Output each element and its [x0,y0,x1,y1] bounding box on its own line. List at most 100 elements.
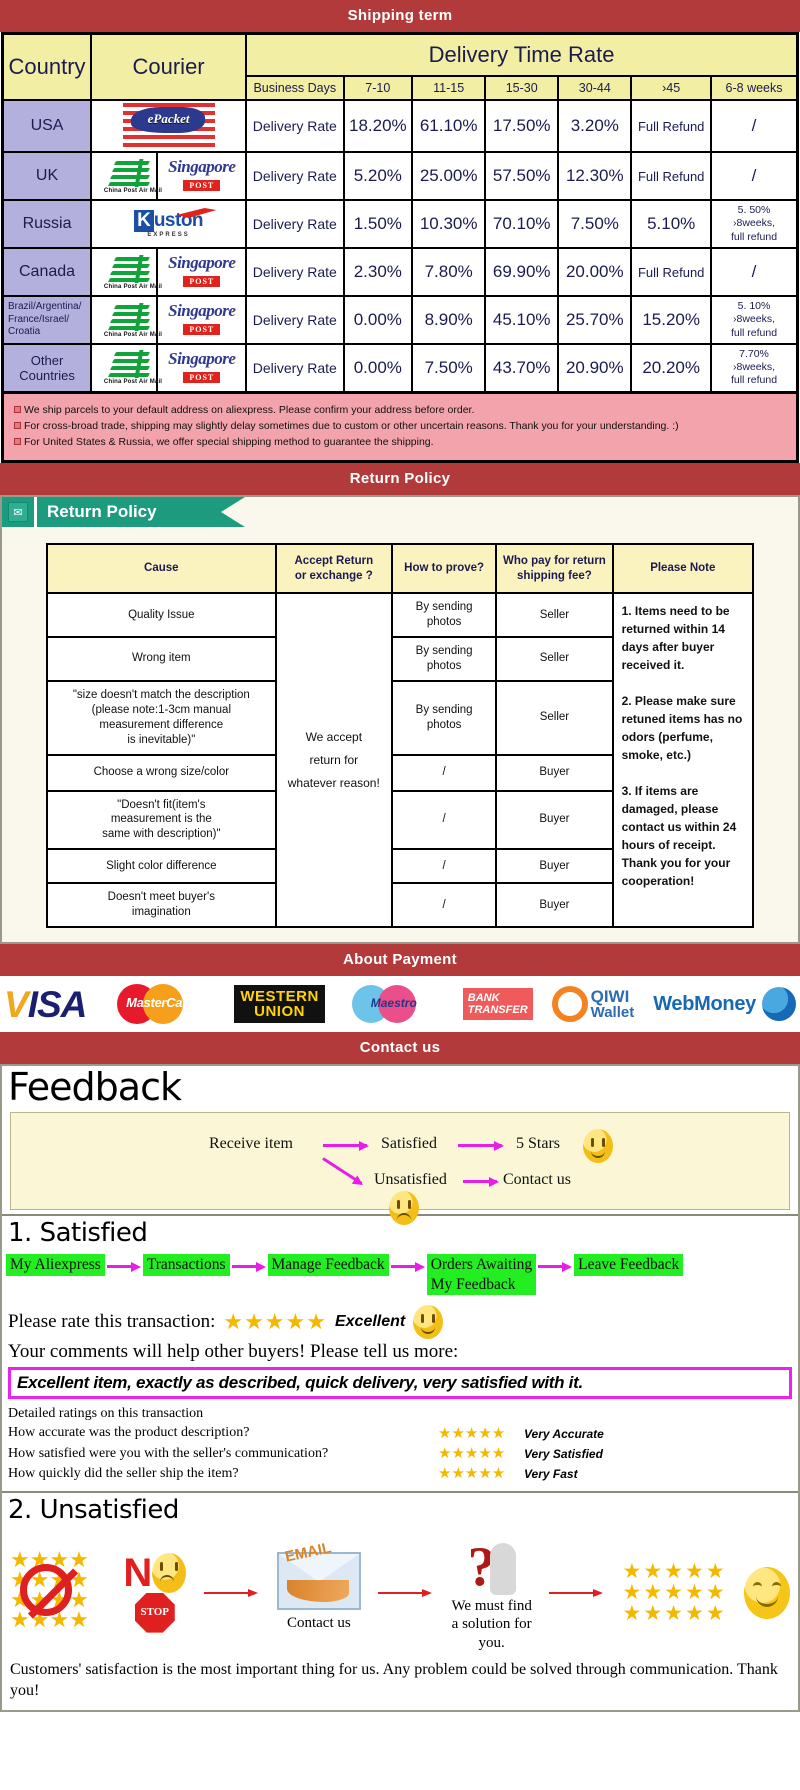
maestro-logo-icon: Maestro [344,984,444,1024]
cell-rate-over-45: Full Refund [630,247,713,297]
detail-stars[interactable]: ★★★★★ [438,1424,524,1444]
cell-courier: ePacket [90,99,248,153]
bank-transfer-label-2: TRANSFER [467,1004,528,1017]
qiwi-wallet-logo-icon: QIWI Wallet [551,986,635,1023]
detailed-ratings: Detailed ratings on this transaction How… [2,1405,798,1491]
cell-cause: Wrong item [46,635,277,682]
no-stars-icon: ★★★★ ★★★★ ★★★★ ★★★★ [10,1546,89,1632]
comment-textbox[interactable]: Excellent item, exactly as described, qu… [8,1366,792,1399]
singapore-post-logo-icon: Singapore POST [168,348,236,383]
cell-courier-spost: Singapore POST [156,295,248,345]
shipping-note-item: For United States & Russia, we offer spe… [14,434,786,450]
shipping-info-page: Shipping term Country Courier Delivery T… [0,0,800,1712]
detail-stars[interactable]: ★★★★★ [438,1444,524,1464]
cell-courier-spost: Singapore POST [156,343,248,393]
happy-face-icon [413,1304,444,1339]
payment-method-webmoney: WebMoney [653,987,796,1022]
cell-country: USA [1,99,93,153]
th-range-7-10: 7-10 [342,75,414,101]
cell-rate-11-15: 7.80% [411,247,487,297]
envelope-icon: ✉ [8,502,28,523]
cell-rate-15-30: 45.10% [484,295,560,345]
cell-how-to-prove: / [390,789,498,851]
rate-transaction-label: Please rate this transaction: [8,1310,216,1332]
cell-who-pays: Buyer [495,848,614,885]
cell-cause: "size doesn't match the description (ple… [46,679,277,756]
feedback-title: Feedback [8,1065,182,1110]
sad-face-icon [389,1191,419,1226]
flow-contact-us: Contact us [503,1171,571,1189]
mastercard-label: MasterCard [126,995,195,1011]
maestro-label: Maestro [370,996,417,1011]
flow-five-stars: 5 Stars [516,1135,560,1153]
detailed-rating-row: How accurate was the product description… [8,1424,792,1444]
cell-cause: Quality Issue [46,592,277,638]
payment-methods-row: VVISAISA MasterCard WESTERN UNION Maestr… [0,976,800,1033]
th-who-pays: Who pay for return shipping fee? [495,543,614,595]
table-row: Brazil/Argentina/ France/Israel/ Croatia… [1,295,799,345]
section-banner-return-policy: Return Policy [0,463,800,496]
cell-rate-7-10: 0.00% [342,295,414,345]
step-manage-feedback[interactable]: Manage Feedback [267,1254,389,1276]
arrow-icon [106,1257,141,1275]
table-row: Russia Kuston EXPRESS Delivery Rate 1.50… [1,199,799,249]
email-envelope-icon: EMAIL [276,1540,361,1611]
step-leave-feedback[interactable]: Leave Feedback [574,1254,684,1276]
th-range-15-30: 15-30 [484,75,560,101]
feedback-flow-diagram: Receive item Satisfied 5 Stars Unsatisfi… [10,1112,790,1226]
th-range-11-15: 11-15 [411,75,487,101]
cell-how-to-prove: By sending photos [390,679,498,756]
arrow-icon [203,1586,260,1600]
rating-stars[interactable]: ★★★★★ [223,1310,327,1333]
cell-country: Other Countries [1,343,93,393]
tell-us-more-label: Your comments will help other buyers! Pl… [8,1340,459,1362]
unsatisfied-flow-diagram: ★★★★ ★★★★ ★★★★ ★★★★ N STOP EMAIL Contact us [2,1527,798,1653]
big-happy-face-icon [743,1566,790,1619]
detail-stars[interactable]: ★★★★★ [438,1464,524,1484]
arrow-icon [549,1586,605,1600]
cell-rate-label: Delivery Rate [245,343,345,393]
th-how-to-prove: How to prove? [390,543,498,595]
kuston-express-logo-icon: Kuston EXPRESS [115,208,223,238]
cell-country: UK [1,151,93,201]
flow-receive-item: Receive item [209,1135,293,1153]
th-range-6-8-weeks: 6-8 weeks [710,75,799,101]
email-label: EMAIL [283,1539,333,1566]
detailed-rating-row: How quickly did the seller ship the item… [8,1464,792,1484]
table-header-row: Cause Accept Return or exchange ? How to… [46,543,755,595]
th-please-note: Please Note [611,543,755,595]
cell-rate-6-8-weeks: 5. 50% ›8weeks, full refund [710,199,799,249]
step-orders-awaiting[interactable]: Orders Awaiting My Feedback [426,1254,537,1295]
step-my-aliexpress[interactable]: My Aliexpress [6,1254,105,1276]
cell-rate-15-30: 17.50% [484,99,560,153]
cell-rate-6-8-weeks: 7.70% ›8weeks, full refund [710,343,799,393]
cell-courier-cpam: China Post Air Mail [90,295,162,345]
table-row: Other Countries China Post Air Mail Sing… [1,343,799,393]
singapore-post-logo-icon: Singapore POST [168,300,236,336]
rate-transaction-row: Please rate this transaction: ★★★★★ Exce… [2,1301,798,1339]
cell-accept-return: We accept return for whatever reason! [274,592,393,929]
step-transactions[interactable]: Transactions [142,1254,230,1276]
checkbox-icon [14,421,21,429]
cell-rate-15-30: 57.50% [484,151,560,201]
cell-rate-over-45: 20.20% [630,343,713,393]
cell-courier-spost: Singapore POST [156,151,248,201]
webmoney-label: WebMoney [653,992,756,1015]
cell-rate-6-8-weeks: / [710,247,799,297]
cell-rate-15-30: 70.10% [484,199,560,249]
cell-who-pays: Buyer [495,789,614,851]
five-star-grid-icon: ★★★★★ ★★★★★ ★★★★★ [622,1560,727,1626]
arrow-icon [390,1257,425,1275]
no-label: N [123,1550,153,1595]
no-stop-group: N STOP [123,1550,187,1633]
shipping-table: Country Courier Delivery Time Rate Busin… [1,32,799,394]
shipping-note-item: For cross-broad trade, shipping may slig… [14,418,786,434]
shipping-notes: We ship parcels to your default address … [1,393,799,464]
return-policy-table: Cause Accept Return or exchange ? How to… [46,543,755,929]
cell-courier-cpam: China Post Air Mail [90,151,162,201]
cell-cause: "Doesn't fit(item's measurement is the s… [46,789,277,851]
western-union-label-1: WESTERN [240,988,319,1006]
cell-rate-7-10: 5.20% [342,151,414,201]
qiwi-label-2: Wallet [590,1004,635,1022]
cell-cause: Choose a wrong size/color [46,753,277,792]
